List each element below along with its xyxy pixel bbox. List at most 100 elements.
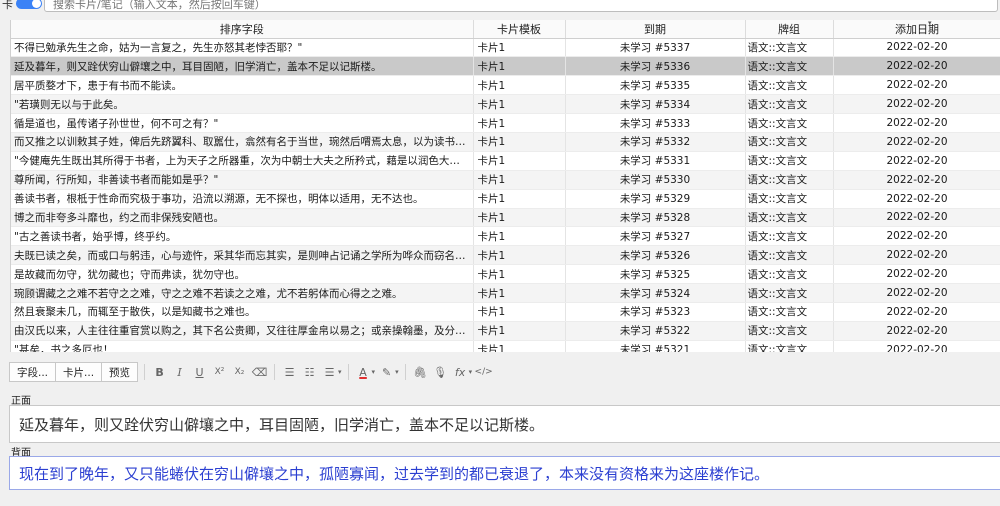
due-cell: 未学习 #5336 bbox=[565, 56, 746, 77]
added-date-cell: 2022-02-20 bbox=[833, 226, 1000, 247]
search-input[interactable] bbox=[44, 0, 998, 12]
added-date-cell: 2022-02-20 bbox=[833, 151, 1000, 171]
card-template-cell: 卡片1 bbox=[473, 340, 566, 352]
table-row[interactable]: "今健庵先生既出其所得于书者，上为天子之所器重，次为中朝士大夫之所矜式，藉是以润… bbox=[11, 151, 1000, 171]
table-row[interactable]: 居平质婺才下，患于有书而不能读。 卡片1 未学习 #5335 语文::文言文 2022-… bbox=[11, 75, 1000, 96]
sort-field-cell: "若璜则无以与于此矣。 bbox=[11, 94, 474, 115]
sort-field-cell: 尊所闻，行所知，非善读书者而能如是乎？" bbox=[11, 170, 474, 190]
bold-icon[interactable]: B bbox=[151, 362, 168, 382]
sort-field-cell: 然且衰聚未几，而辄至于散佚，以是知藏书之难也。 bbox=[11, 302, 474, 322]
table-row[interactable]: 不得已勉承先生之命，姑为一言复之，先生亦怒其老悖否耶？" 卡片1 未学习 #5337… bbox=[11, 38, 1000, 58]
table-row[interactable]: 尊所闻，行所知，非善读书者而能如是乎？" 卡片1 未学习 #5330 语文::文言文 2… bbox=[11, 170, 1000, 190]
table-row[interactable]: 延及暮年，则又跧伏穷山僻壤之中，耳目固陋，旧学消亡，盖本不足以记斯楼。 卡片1 未学… bbox=[11, 56, 1000, 77]
table-header-row: 排序字段 卡片模板 到期 牌组 添加日期 bbox=[11, 20, 1000, 39]
sort-field-cell: 居平质婺才下，患于有书而不能读。 bbox=[11, 75, 474, 96]
highlight-icon[interactable]: ✎ bbox=[378, 362, 395, 382]
deck-cell: 语文::文言文 bbox=[745, 56, 834, 77]
toggle-switch[interactable] bbox=[16, 0, 42, 9]
added-date-cell: 2022-02-20 bbox=[833, 132, 1000, 152]
column-header-deck[interactable]: 牌组 bbox=[745, 20, 834, 39]
table-row[interactable]: "若璜则无以与于此矣。 卡片1 未学习 #5334 语文::文言文 2022-02-20 bbox=[11, 94, 1000, 115]
card-template-cell: 卡片1 bbox=[473, 264, 566, 285]
preview-button[interactable]: 预览 bbox=[101, 362, 139, 382]
highlight-dropdown-icon[interactable]: ▾ bbox=[395, 368, 399, 376]
card-template-cell: 卡片1 bbox=[473, 226, 566, 247]
sort-field-cell: "甚矣，书之多厄也！ bbox=[11, 340, 474, 352]
card-template-cell: 卡片1 bbox=[473, 208, 566, 228]
formula-dropdown-icon[interactable]: ▾ bbox=[469, 368, 473, 376]
card-template-cell: 卡片1 bbox=[473, 132, 566, 152]
underline-icon[interactable]: U bbox=[191, 362, 208, 382]
added-date-cell: 2022-02-20 bbox=[833, 283, 1000, 303]
table-row[interactable]: 博之而非夸多斗靡也，约之而非保残安陋也。 卡片1 未学习 #5328 语文::文言文 2… bbox=[11, 208, 1000, 228]
due-cell: 未学习 #5322 bbox=[565, 321, 746, 341]
formula-icon[interactable]: fx bbox=[452, 362, 469, 382]
align-dropdown-icon[interactable]: ▾ bbox=[338, 368, 342, 376]
back-field-editor[interactable]: 现在到了晚年，又只能蜷伏在穷山僻壤之中，孤陋寡闻，过去学到的都已衰退了，本来没有… bbox=[9, 456, 1000, 490]
unordered-list-icon[interactable]: ☰ bbox=[281, 362, 298, 382]
added-date-cell: 2022-02-20 bbox=[833, 208, 1000, 228]
column-header-added[interactable]: 添加日期 bbox=[833, 20, 1000, 39]
added-date-cell: 2022-02-20 bbox=[833, 189, 1000, 209]
eraser-icon[interactable]: ⌫ bbox=[251, 362, 268, 382]
text-color-icon[interactable]: A bbox=[355, 362, 372, 382]
due-cell: 未学习 #5327 bbox=[565, 226, 746, 247]
card-template-cell: 卡片1 bbox=[473, 189, 566, 209]
deck-cell: 语文::文言文 bbox=[745, 245, 834, 266]
column-header-sort-field[interactable]: 排序字段 bbox=[11, 20, 474, 39]
table-row[interactable]: 由汉氏以来，人主往往重官赏以购之，其下名公贵卿，又往往厚金帛以易之；或亲操翰墨，… bbox=[11, 321, 1000, 341]
sort-field-cell: 琬顾谓藏之之难不若守之之难，守之之难不若读之之难，尤不若躬体而心得之之难。 bbox=[11, 283, 474, 303]
deck-cell: 语文::文言文 bbox=[745, 208, 834, 228]
column-header-due[interactable]: 到期 bbox=[565, 20, 746, 39]
superscript-icon[interactable]: X² bbox=[211, 362, 228, 382]
deck-cell: 语文::文言文 bbox=[745, 113, 834, 133]
editor-toolbar: 字段... 卡片... 预览 B I U X² X₂ ⌫ ☰ ☷ ☰ ▾ A ▾… bbox=[9, 361, 1000, 383]
sort-field-cell: 夫既已读之矣，而或口与躬违，心与迹忤，采其华而忘其实，是则呻占记诵之学所为哗众而… bbox=[11, 245, 474, 266]
cards-button[interactable]: 卡片... bbox=[55, 362, 103, 382]
deck-cell: 语文::文言文 bbox=[745, 75, 834, 96]
text-color-dropdown-icon[interactable]: ▾ bbox=[372, 368, 376, 376]
attachment-icon[interactable]: 🖇 bbox=[412, 362, 429, 382]
italic-icon[interactable]: I bbox=[171, 362, 188, 382]
sort-field-cell: "今健庵先生既出其所得于书者，上为天子之所器重，次为中朝士大夫之所矜式，藉是以润… bbox=[11, 151, 474, 171]
sort-field-cell: 延及暮年，则又跧伏穷山僻壤之中，耳目固陋，旧学消亡，盖本不足以记斯楼。 bbox=[11, 56, 474, 77]
due-cell: 未学习 #5328 bbox=[565, 208, 746, 228]
deck-cell: 语文::文言文 bbox=[745, 340, 834, 352]
html-editor-icon[interactable]: </> bbox=[475, 362, 493, 382]
deck-cell: 语文::文言文 bbox=[745, 302, 834, 322]
table-row[interactable]: 善读书者，根柢于性命而究极于事功，沿流以溯源，无不探也，明体以适用，无不达也。卡… bbox=[11, 189, 1000, 209]
table-row[interactable]: 夫既已读之矣，而或口与躬违，心与迹忤，采其华而忘其实，是则呻占记诵之学所为哗众而… bbox=[11, 245, 1000, 266]
table-row[interactable]: 循是道也，虽传诸子孙世世，何不可之有？" 卡片1 未学习 #5333 语文::文言文 2… bbox=[11, 113, 1000, 133]
deck-cell: 语文::文言文 bbox=[745, 132, 834, 152]
deck-cell: 语文::文言文 bbox=[745, 283, 834, 303]
due-cell: 未学习 #5337 bbox=[565, 38, 746, 58]
search-bar: 卡 bbox=[0, 0, 1000, 13]
card-template-cell: 卡片1 bbox=[473, 302, 566, 322]
sort-field-cell: 循是道也，虽传诸子孙世世，何不可之有？" bbox=[11, 113, 474, 133]
due-cell: 未学习 #5331 bbox=[565, 151, 746, 171]
fields-button[interactable]: 字段... bbox=[9, 362, 57, 382]
sort-field-cell: 由汉氏以来，人主往往重官赏以购之，其下名公贵卿，又往往厚金帛以易之；或亲操翰墨，… bbox=[11, 321, 474, 341]
table-row[interactable]: 是故藏而勿守，犹勿藏也；守而弗读，犹勿守也。 卡片1 未学习 #5325 语文::文言… bbox=[11, 264, 1000, 285]
added-date-cell: 2022-02-20 bbox=[833, 302, 1000, 322]
align-icon[interactable]: ☰ bbox=[321, 362, 338, 382]
table-row[interactable]: "甚矣，书之多厄也！ 卡片1 未学习 #5321 语文::文言文 2022-02-20 bbox=[11, 340, 1000, 352]
cards-notes-toggle[interactable]: 卡 bbox=[2, 0, 42, 11]
added-date-cell: 2022-02-20 bbox=[833, 264, 1000, 285]
table-row[interactable]: "古之善读书者，始乎博，终乎约。 卡片1 未学习 #5327 语文::文言文 2022-… bbox=[11, 226, 1000, 247]
due-cell: 未学习 #5335 bbox=[565, 75, 746, 96]
subscript-icon[interactable]: X₂ bbox=[231, 362, 248, 382]
table-row[interactable]: 琬顾谓藏之之难不若守之之难，守之之难不若读之之难，尤不若躬体而心得之之难。 卡片1… bbox=[11, 283, 1000, 303]
table-row[interactable]: 然且衰聚未几，而辄至于散佚，以是知藏书之难也。 卡片1 未学习 #5323 语文::文… bbox=[11, 302, 1000, 322]
column-header-card-template[interactable]: 卡片模板 bbox=[473, 20, 566, 39]
card-template-cell: 卡片1 bbox=[473, 170, 566, 190]
ordered-list-icon[interactable]: ☷ bbox=[301, 362, 318, 382]
microphone-icon[interactable]: 🎙 bbox=[432, 362, 449, 382]
deck-cell: 语文::文言文 bbox=[745, 189, 834, 209]
due-cell: 未学习 #5325 bbox=[565, 264, 746, 285]
added-date-cell: 2022-02-20 bbox=[833, 340, 1000, 352]
table-row[interactable]: 而又推之以训敕其子姓，俾后先跻翼科、取嚚仕，翕然有名于当世，琬然后喟焉太息，以为… bbox=[11, 132, 1000, 152]
front-field-editor[interactable]: 延及暮年，则又跧伏穷山僻壤之中，耳目固陋，旧学消亡，盖本不足以记斯楼。 bbox=[9, 405, 1000, 443]
toolbar-divider bbox=[144, 364, 146, 380]
due-cell: 未学习 #5326 bbox=[565, 245, 746, 266]
